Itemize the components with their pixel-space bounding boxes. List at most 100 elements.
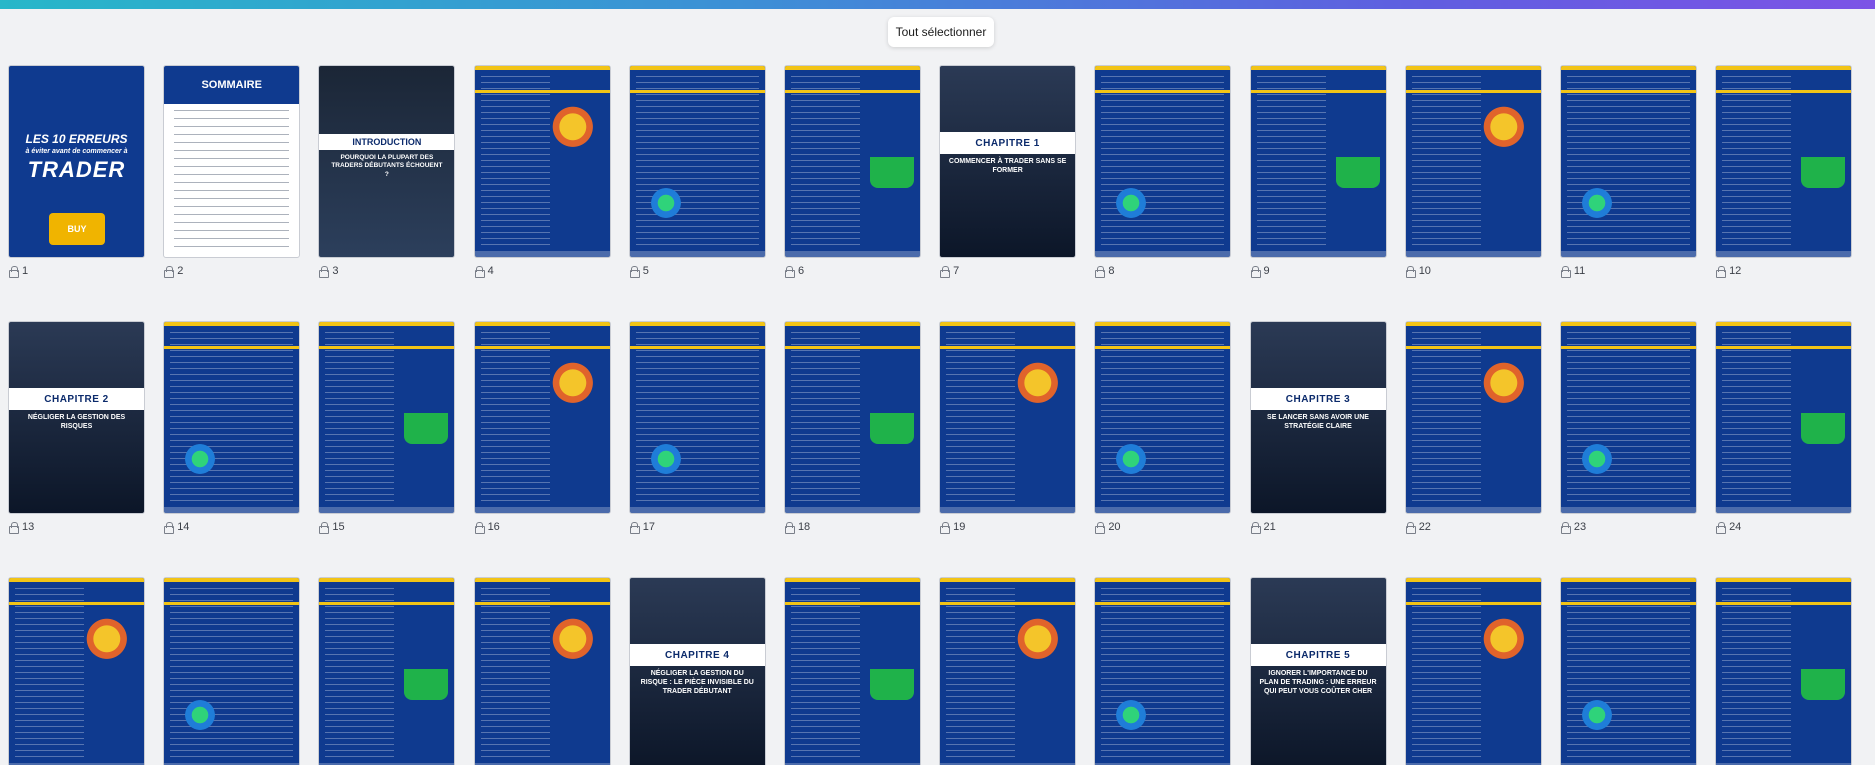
page-thumbnail[interactable]: LES 10 ERREURS à éviter avant de commence… — [8, 65, 145, 258]
page-illustration — [639, 177, 692, 229]
page-caption: 10 — [1405, 264, 1542, 278]
page-thumbnail[interactable] — [1404, 321, 1542, 514]
page-cell: 28 — [473, 577, 611, 765]
cover-title-line3: TRADER — [27, 157, 126, 182]
page-thumbnail[interactable]: CHAPITRE 1 COMMENCER À TRADER SANS SE FOR… — [939, 65, 1077, 258]
page-cell: 34 — [1404, 577, 1542, 765]
lock-icon — [1405, 266, 1416, 278]
page-footer — [629, 251, 765, 257]
intro-subtitle: POURQUOI LA PLUPART DES TRADERS DÉBUTANT… — [331, 154, 443, 178]
page-thumbnail[interactable] — [318, 321, 456, 514]
page-header-band — [319, 578, 455, 582]
page-thumbnail[interactable] — [473, 577, 611, 765]
page-number: 4 — [487, 265, 494, 277]
page-header-band — [1095, 322, 1231, 326]
page-illustration — [551, 106, 604, 158]
lock-icon — [163, 522, 175, 534]
page-thumbnail[interactable] — [8, 577, 145, 765]
page-thumbnail[interactable]: CHAPITRE 2 NÉGLIGER LA GESTION DES RISQUE… — [8, 321, 145, 514]
page-thumbnail[interactable]: INTRODUCTION POURQUOI LA PLUPART DES TRAD… — [318, 65, 456, 258]
page-header-band — [474, 322, 610, 326]
lock-icon — [629, 522, 640, 534]
lock-icon — [939, 522, 951, 534]
page-number: 16 — [487, 521, 500, 533]
page-thumbnail[interactable] — [1404, 577, 1542, 765]
page-header-band — [474, 66, 610, 70]
cover-title-line2: à éviter avant de commencer à — [25, 148, 128, 155]
page-thumbnail[interactable] — [1094, 65, 1232, 258]
page-header-band — [1095, 578, 1231, 582]
page-caption: 3 — [318, 264, 455, 278]
page-footer — [784, 251, 920, 257]
page-thumbnail[interactable] — [163, 577, 301, 765]
page-thumbnail[interactable] — [1094, 577, 1232, 765]
page-number: 3 — [332, 265, 339, 277]
page-thumbnail[interactable] — [1559, 65, 1697, 258]
page-thumbnail[interactable] — [1715, 65, 1853, 258]
page-thumbnail[interactable] — [939, 577, 1077, 765]
page-thumbnail[interactable] — [628, 321, 766, 514]
page-thumbnail[interactable] — [473, 321, 611, 514]
page-footer — [1716, 507, 1852, 513]
page-header-band — [629, 66, 765, 70]
page-thumbnail[interactable] — [1559, 577, 1697, 765]
page-thumbnail[interactable]: CHAPITRE 4 NÉGLIGER LA GESTION DU RISQUE … — [628, 577, 766, 765]
page-thumbnail[interactable] — [783, 321, 921, 514]
lock-icon — [8, 266, 19, 278]
page-header-band — [1095, 66, 1231, 70]
page-illustration — [551, 618, 604, 670]
page-thumbnail[interactable]: SOMMAIRE — [163, 65, 301, 258]
page-thumbnail[interactable]: CHAPITRE 3 SE LANCER SANS AVOIR UNE STRAT… — [1249, 321, 1387, 514]
page-number: 2 — [177, 265, 184, 277]
page-cell: 17 — [628, 321, 766, 534]
page-thumbnail[interactable] — [1404, 65, 1542, 258]
page-thumbnail[interactable] — [1715, 577, 1853, 765]
page-footer — [1405, 251, 1541, 257]
page-thumbnail[interactable] — [473, 65, 611, 258]
lock-icon — [474, 266, 485, 278]
page-caption: 2 — [163, 264, 300, 278]
page-thumbnail[interactable] — [1559, 321, 1697, 514]
page-header-band — [1716, 322, 1852, 326]
page-cell: 22 — [1404, 321, 1542, 534]
page-illustration — [86, 618, 138, 670]
page-number: 18 — [797, 521, 811, 533]
page-thumbnail[interactable] — [1249, 65, 1387, 258]
page-thumbnail[interactable] — [783, 65, 921, 258]
page-caption: 16 — [474, 520, 611, 534]
page-illustration — [1482, 618, 1535, 670]
page-illustration — [869, 392, 914, 444]
page-header-band — [784, 578, 920, 582]
select-all-button[interactable]: Tout sélectionner — [888, 17, 994, 47]
page-caption: 4 — [474, 264, 611, 278]
page-number: 20 — [1108, 521, 1121, 533]
page-cell: 10 — [1404, 65, 1542, 278]
top-gradient-bar — [0, 0, 1875, 9]
page-text-lines — [325, 588, 395, 759]
page-cell: 30 — [783, 577, 921, 765]
page-footer — [784, 507, 920, 513]
lock-icon — [939, 266, 951, 278]
page-thumbnail[interactable] — [783, 577, 921, 765]
page-thumbnail[interactable] — [1094, 321, 1232, 514]
page-text-lines — [480, 332, 550, 503]
page-thumbnail[interactable]: CHAPITRE 5 IGNORER L'IMPORTANCE DU PLAN D… — [1249, 577, 1387, 765]
page-caption: 20 — [1094, 520, 1231, 534]
page-thumbnail[interactable] — [318, 577, 456, 765]
page-text-lines — [790, 76, 860, 247]
lock-icon — [1715, 522, 1727, 534]
page-illustration — [1017, 618, 1070, 670]
page-number: 12 — [1729, 265, 1742, 277]
page-thumbnail[interactable] — [1715, 321, 1853, 514]
page-caption: 23 — [1560, 520, 1697, 534]
page-cell: 20 — [1094, 321, 1232, 534]
page-thumbnail[interactable] — [163, 321, 301, 514]
page-illustration — [1801, 648, 1846, 700]
page-text-lines — [1256, 76, 1326, 247]
page-number: 6 — [797, 265, 805, 277]
page-illustration — [174, 433, 227, 485]
page-thumbnail[interactable] — [628, 65, 766, 258]
page-thumbnail[interactable] — [939, 321, 1077, 514]
page-header-band — [1716, 66, 1852, 70]
lock-icon — [1250, 266, 1261, 278]
